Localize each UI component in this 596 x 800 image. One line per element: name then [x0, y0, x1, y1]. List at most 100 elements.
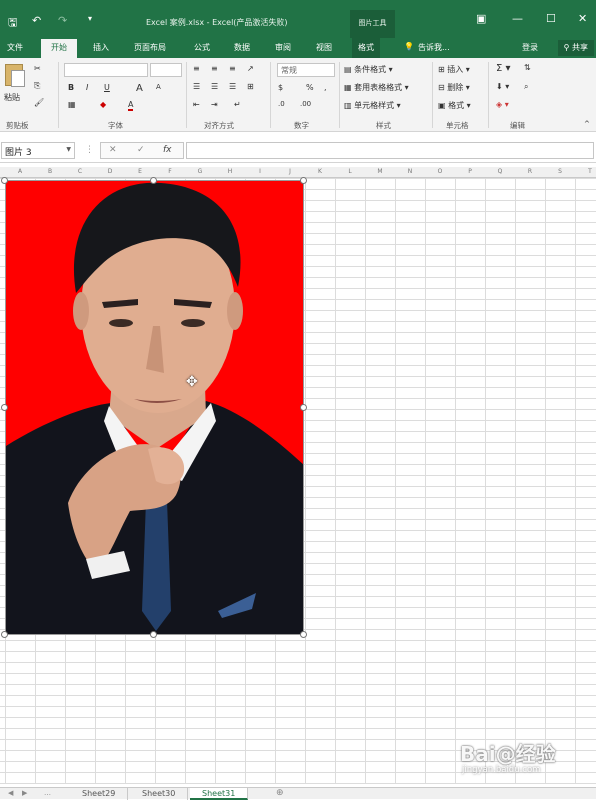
minimize-icon[interactable]: —: [512, 12, 523, 25]
sheet-next-icon[interactable]: ▶: [22, 789, 27, 797]
increase-decimal-icon[interactable]: .0: [278, 100, 285, 108]
tell-me-search[interactable]: 告诉我...: [418, 42, 450, 53]
number-format-select[interactable]: 常规: [277, 63, 335, 77]
redo-icon[interactable]: ↷: [58, 14, 67, 27]
column-header[interactable]: S: [545, 168, 575, 175]
insert-cells-button[interactable]: ⊞ 插入 ▾: [438, 64, 470, 75]
resize-handle[interactable]: [1, 404, 8, 411]
align-center-icon[interactable]: ☰: [211, 82, 218, 91]
sheet-tab[interactable]: Sheet29: [70, 788, 129, 800]
clear-icon[interactable]: ◈ ▾: [496, 100, 509, 109]
column-header[interactable]: D: [95, 168, 125, 175]
sort-filter-icon[interactable]: ⇅: [524, 63, 531, 72]
tab-page-layout[interactable]: 页面布局: [134, 42, 166, 53]
column-header[interactable]: M: [365, 168, 395, 175]
resize-handle[interactable]: [300, 177, 307, 184]
tab-formulas[interactable]: 公式: [194, 42, 210, 53]
decrease-decimal-icon[interactable]: .00: [300, 100, 311, 108]
tab-review[interactable]: 审阅: [275, 42, 291, 53]
cancel-icon[interactable]: ✕: [109, 145, 117, 155]
ribbon-display-icon[interactable]: ▣: [476, 12, 486, 25]
font-name-select[interactable]: [64, 63, 148, 77]
undo-icon[interactable]: ↶: [32, 14, 41, 27]
tab-format[interactable]: 格式: [352, 38, 380, 58]
column-header[interactable]: T: [575, 168, 596, 175]
resize-handle[interactable]: [150, 631, 157, 638]
portrait-picture[interactable]: [5, 180, 304, 635]
copy-icon[interactable]: ⎘: [34, 81, 40, 91]
column-header[interactable]: F: [155, 168, 185, 175]
sheet-tab-active[interactable]: Sheet31: [190, 788, 249, 800]
format-cells-button[interactable]: ▣ 格式 ▾: [438, 100, 471, 111]
merge-icon[interactable]: ⊞: [247, 82, 254, 91]
share-button[interactable]: ⚲ 共享: [557, 40, 594, 56]
resize-handle[interactable]: [1, 177, 8, 184]
grow-font-button[interactable]: A: [136, 83, 143, 94]
font-color-icon[interactable]: A: [128, 100, 134, 111]
sheet-prev-icon[interactable]: ◀: [8, 789, 13, 797]
cell-styles-button[interactable]: ▥ 单元格样式 ▾: [344, 100, 401, 111]
column-header[interactable]: E: [125, 168, 155, 175]
italic-button[interactable]: I: [86, 83, 88, 92]
column-header[interactable]: B: [35, 168, 65, 175]
fill-icon[interactable]: ⬇ ▾: [496, 82, 509, 91]
column-header[interactable]: N: [395, 168, 425, 175]
column-header[interactable]: A: [5, 168, 35, 175]
column-header[interactable]: H: [215, 168, 245, 175]
tab-insert[interactable]: 插入: [93, 42, 109, 53]
align-right-icon[interactable]: ☰: [229, 82, 236, 91]
save-icon[interactable]: 🖫: [8, 14, 17, 33]
resize-handle[interactable]: [1, 631, 8, 638]
align-left-icon[interactable]: ☰: [193, 82, 200, 91]
align-middle-icon[interactable]: ≡: [211, 64, 218, 73]
format-painter-icon[interactable]: 🖌: [34, 98, 44, 107]
sheet-tab[interactable]: Sheet30: [130, 788, 189, 800]
column-header[interactable]: L: [335, 168, 365, 175]
customize-qat-icon[interactable]: ▾: [88, 14, 92, 23]
column-header[interactable]: O: [425, 168, 455, 175]
column-header[interactable]: J: [275, 168, 305, 175]
tab-file[interactable]: 文件: [7, 42, 23, 53]
insert-function-icon[interactable]: fx: [163, 145, 172, 155]
paste-icon[interactable]: [5, 64, 25, 87]
column-header[interactable]: I: [245, 168, 275, 175]
shrink-font-button[interactable]: A: [156, 83, 161, 91]
more-sheets-icon[interactable]: …: [44, 789, 51, 797]
paste-button[interactable]: 粘贴: [4, 92, 20, 103]
resize-handle[interactable]: [300, 631, 307, 638]
conditional-format-button[interactable]: ▤ 条件格式 ▾: [344, 64, 393, 75]
tab-data[interactable]: 数据: [234, 42, 250, 53]
comma-button[interactable]: ,: [324, 83, 327, 92]
column-header[interactable]: P: [455, 168, 485, 175]
underline-button[interactable]: U: [104, 83, 110, 92]
add-sheet-icon[interactable]: ⊕: [276, 788, 284, 798]
align-bottom-icon[interactable]: ≡: [229, 64, 236, 73]
resize-handle[interactable]: [300, 404, 307, 411]
column-header[interactable]: G: [185, 168, 215, 175]
align-top-icon[interactable]: ≡: [193, 64, 200, 73]
autosum-icon[interactable]: Σ ▾: [496, 63, 511, 74]
decrease-indent-icon[interactable]: ⇤: [193, 100, 200, 109]
column-header[interactable]: C: [65, 168, 95, 175]
orientation-icon[interactable]: ↗: [247, 64, 254, 73]
currency-icon[interactable]: $: [278, 83, 283, 92]
collapse-ribbon-icon[interactable]: ^: [584, 120, 590, 128]
chevron-down-icon[interactable]: ▼: [66, 146, 71, 153]
column-header[interactable]: R: [515, 168, 545, 175]
close-icon[interactable]: ✕: [578, 12, 587, 25]
enter-icon[interactable]: ✓: [137, 145, 145, 155]
resize-handle[interactable]: [150, 177, 157, 184]
cut-icon[interactable]: ✂: [34, 64, 41, 73]
tab-view[interactable]: 视图: [316, 42, 332, 53]
font-size-select[interactable]: [150, 63, 182, 77]
formula-input[interactable]: [186, 142, 594, 159]
increase-indent-icon[interactable]: ⇥: [211, 100, 218, 109]
find-select-icon[interactable]: ⌕: [524, 82, 528, 92]
signin-link[interactable]: 登录: [522, 42, 538, 53]
fill-color-icon[interactable]: ◆: [100, 100, 106, 109]
bold-button[interactable]: B: [68, 83, 74, 92]
percent-button[interactable]: %: [306, 83, 314, 92]
maximize-icon[interactable]: ☐: [546, 12, 556, 25]
format-as-table-button[interactable]: ▦ 套用表格格式 ▾: [344, 82, 409, 93]
column-header[interactable]: K: [305, 168, 335, 175]
